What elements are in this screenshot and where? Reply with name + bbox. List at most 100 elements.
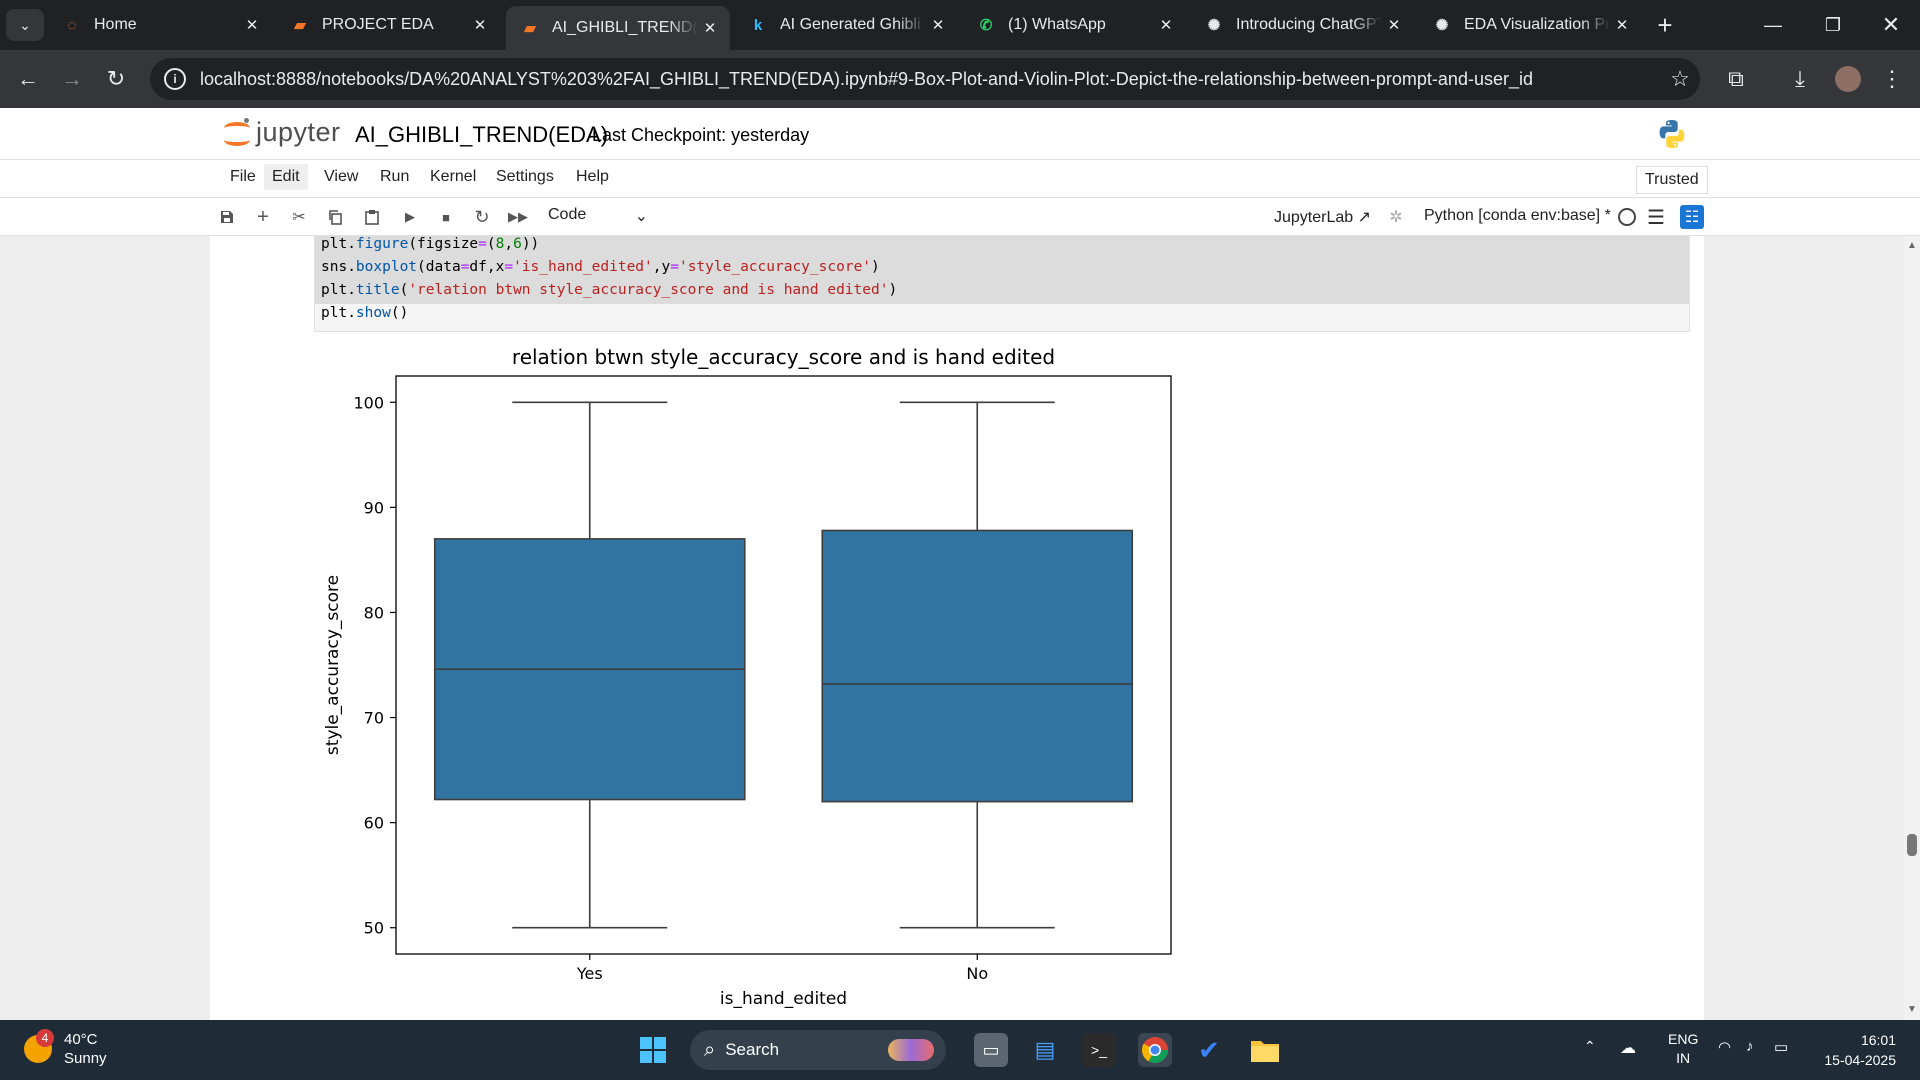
close-window-button[interactable]: ✕: [1868, 10, 1914, 40]
open-jupyterlab-link[interactable]: JupyterLab ↗: [1274, 207, 1371, 227]
code-cell[interactable]: plt.figure(figsize=(8,6)) sns.boxplot(dat…: [314, 236, 1690, 332]
kernel-status-icon: [1618, 208, 1636, 226]
browser-tab[interactable]: ◌ Home ✕: [48, 6, 272, 44]
browser-tab[interactable]: ✺ Introducing ChatGPT ✕: [1190, 6, 1414, 44]
close-tab-icon[interactable]: ✕: [698, 19, 722, 37]
gear-icon[interactable]: ✲: [1384, 205, 1408, 229]
jupyter-icon: ◌: [67, 16, 77, 34]
reload-button[interactable]: ↻: [100, 63, 132, 95]
menu-view[interactable]: View: [322, 168, 360, 186]
browser-tab[interactable]: ▰ PROJECT EDA ✕: [276, 6, 500, 44]
close-tab-icon[interactable]: ✕: [1610, 16, 1634, 34]
browser-tab[interactable]: ✺ EDA Visualization Pra ✕: [1418, 6, 1642, 44]
menu-edit[interactable]: Edit: [264, 164, 308, 190]
jupyter-logo[interactable]: jupyter: [224, 117, 341, 148]
forward-button[interactable]: →: [56, 63, 88, 95]
kaggle-icon: k: [753, 16, 763, 34]
browser-menu-icon[interactable]: ⋮: [1876, 63, 1908, 95]
sun-icon: 4: [24, 1029, 54, 1063]
code-line: sns.boxplot(data=df,x='is_hand_edited',y…: [321, 259, 880, 275]
minimize-window-button[interactable]: —: [1750, 10, 1796, 40]
y-tick-label: 90: [364, 498, 384, 517]
menu-run[interactable]: Run: [378, 168, 411, 186]
todo-icon[interactable]: ✔: [1192, 1033, 1226, 1067]
trusted-indicator[interactable]: Trusted: [1636, 166, 1708, 194]
download-icon[interactable]: ⤓: [1784, 63, 1816, 95]
save-icon[interactable]: [215, 205, 239, 229]
scrollbar-thumb[interactable]: [1907, 834, 1917, 856]
wifi-icon[interactable]: ◠: [1718, 1038, 1731, 1056]
weather-widget[interactable]: 4 40°C Sunny: [24, 1029, 107, 1068]
code-token: plt.: [321, 236, 356, 252]
address-bar[interactable]: i localhost:8888/notebooks/DA%20ANALYST%…: [150, 58, 1700, 100]
url-text: localhost:8888/notebooks/DA%20ANALYST%20…: [200, 68, 1533, 89]
code-token: plt.: [321, 305, 356, 321]
paste-icon[interactable]: [360, 205, 384, 229]
tab-title: EDA Visualization Pra: [1464, 16, 1610, 33]
close-tab-icon[interactable]: ✕: [240, 16, 264, 34]
language-indicator[interactable]: ENG IN: [1668, 1030, 1698, 1068]
browser-tab[interactable]: k AI Generated Ghibli S ✕: [734, 6, 958, 44]
code-token: show: [355, 305, 391, 321]
code-token: 'is_hand_edited': [513, 259, 653, 275]
cell-type-value: Code: [548, 206, 587, 223]
battery-icon[interactable]: ▭: [1774, 1038, 1788, 1056]
tray-overflow-icon[interactable]: ⌃: [1584, 1038, 1596, 1055]
copy-icon[interactable]: [323, 205, 347, 229]
menu-kernel[interactable]: Kernel: [428, 168, 478, 186]
list-icon[interactable]: ☰: [1644, 205, 1668, 229]
chevron-down-icon: ⌄: [634, 208, 648, 225]
close-tab-icon[interactable]: ✕: [468, 16, 492, 34]
interrupt-icon[interactable]: ■: [434, 205, 458, 229]
onedrive-icon[interactable]: ☁: [1620, 1038, 1636, 1058]
cut-icon[interactable]: ✂: [287, 205, 311, 229]
notepad-icon[interactable]: ▤: [1028, 1033, 1062, 1067]
bookmark-star-icon[interactable]: ☆: [1660, 66, 1700, 92]
jupyter-header: jupyter AI_GHIBLI_TREND(EDA) Last Checkp…: [0, 108, 1920, 160]
close-tab-icon[interactable]: ✕: [1154, 16, 1178, 34]
close-tab-icon[interactable]: ✕: [926, 16, 950, 34]
volume-icon[interactable]: ♪: [1746, 1038, 1754, 1055]
scroll-up-icon[interactable]: ▲: [1907, 240, 1917, 251]
kernel-name[interactable]: Python [conda env:base] *: [1424, 207, 1611, 225]
restore-window-button[interactable]: ❐: [1810, 10, 1856, 40]
jupyter-logo-text: jupyter: [256, 117, 341, 147]
browser-tab[interactable]: ✆ (1) WhatsApp ✕: [962, 6, 1186, 44]
system-clock[interactable]: 16:01 15-04-2025: [1810, 1030, 1896, 1070]
menu-settings[interactable]: Settings: [494, 168, 556, 186]
menu-file[interactable]: File: [228, 168, 258, 186]
code-token: boxplot: [355, 259, 418, 275]
chrome-icon[interactable]: [1138, 1033, 1172, 1067]
scroll-down-icon[interactable]: ▼: [1907, 1004, 1917, 1015]
task-view-icon[interactable]: ▭: [974, 1033, 1008, 1067]
new-tab-button[interactable]: +: [1650, 10, 1680, 40]
taskbar-search[interactable]: ⌕ Search: [690, 1030, 946, 1070]
notification-badge: 4: [36, 1029, 54, 1047]
avatar[interactable]: [1832, 63, 1864, 95]
tab-title: (1) WhatsApp: [1008, 16, 1106, 33]
notebook-title[interactable]: AI_GHIBLI_TREND(EDA): [355, 122, 608, 148]
cell-type-select[interactable]: Code ⌄: [548, 206, 648, 226]
code-token: (data: [417, 259, 461, 275]
property-inspector-icon[interactable]: ☷: [1680, 205, 1704, 229]
site-info-icon[interactable]: i: [164, 68, 186, 90]
terminal-icon[interactable]: >_: [1082, 1033, 1116, 1067]
windows-start-icon[interactable]: [636, 1033, 670, 1067]
tab-search-button[interactable]: ⌄: [6, 9, 44, 41]
run-icon[interactable]: ▶: [398, 205, 422, 229]
code-token: figure: [355, 236, 409, 252]
browser-tab[interactable]: ▰ AI_GHIBLI_TREND(EDA✕: [506, 6, 730, 50]
jupyter-logo-icon: [224, 117, 250, 148]
page-scrollbar[interactable]: ▲ ▼: [1904, 236, 1920, 1020]
close-tab-icon[interactable]: ✕: [1382, 16, 1406, 34]
back-button[interactable]: ←: [12, 63, 44, 95]
external-link-icon: ↗: [1357, 209, 1372, 226]
extensions-icon[interactable]: ⧉: [1720, 63, 1752, 95]
restart-run-all-icon[interactable]: ▶▶: [506, 205, 530, 229]
code-token: df,x: [469, 259, 505, 275]
menu-help[interactable]: Help: [574, 168, 611, 186]
insert-cell-icon[interactable]: +: [251, 205, 275, 229]
code-token: ,y: [652, 259, 671, 275]
restart-icon[interactable]: ↻: [470, 205, 494, 229]
file-explorer-icon[interactable]: [1248, 1033, 1282, 1067]
